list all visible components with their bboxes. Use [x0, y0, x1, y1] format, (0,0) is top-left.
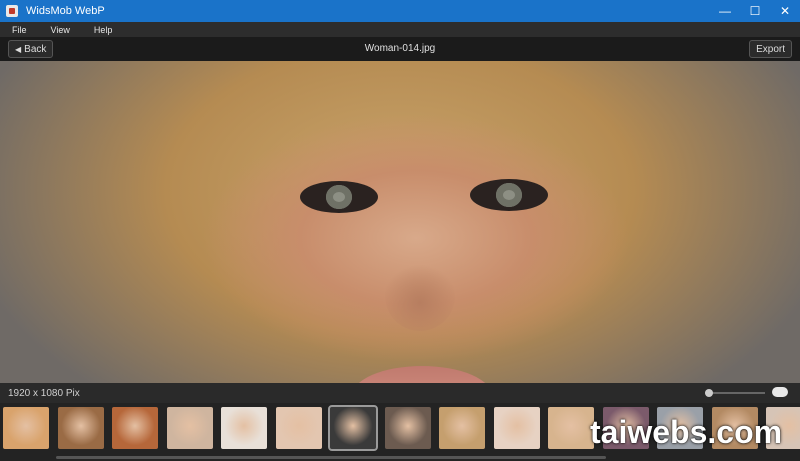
- maximize-button[interactable]: ☐: [740, 0, 770, 22]
- thumbnail[interactable]: [3, 407, 49, 449]
- menu-help[interactable]: Help: [82, 25, 125, 35]
- thumbnail[interactable]: [57, 407, 104, 449]
- app-icon: [6, 5, 18, 17]
- filmstrip-scrollbar[interactable]: [56, 456, 606, 459]
- menu-file[interactable]: File: [0, 25, 39, 35]
- view-toggle[interactable]: [772, 387, 788, 397]
- zoom-slider[interactable]: [705, 389, 765, 397]
- photo-eye-left: [300, 181, 378, 213]
- toolbar: ◀ Back Woman-014.jpg Export: [0, 37, 800, 61]
- title-bar: WidsMob WebP — ☐ ✕: [0, 0, 800, 22]
- image-viewer[interactable]: [0, 61, 800, 383]
- thumbnail[interactable]: [439, 407, 485, 449]
- thumbnail[interactable]: [328, 405, 378, 451]
- photo-eye-right: [470, 179, 548, 211]
- photo-lips: [352, 366, 492, 383]
- close-button[interactable]: ✕: [770, 0, 800, 22]
- minimize-button[interactable]: —: [710, 0, 740, 22]
- thumbnail[interactable]: [493, 407, 540, 449]
- menu-bar: File View Help: [0, 22, 800, 37]
- menu-view[interactable]: View: [39, 25, 82, 35]
- file-name: Woman-014.jpg: [364, 43, 436, 54]
- window-title: WidsMob WebP: [26, 5, 105, 17]
- thumbnail[interactable]: [275, 407, 322, 449]
- export-button[interactable]: Export: [749, 40, 792, 58]
- watermark: taiwebs.com: [590, 414, 783, 450]
- thumbnail[interactable]: [166, 407, 213, 449]
- thumbnail[interactable]: [112, 407, 158, 449]
- photo-nose: [385, 261, 455, 331]
- image-dimensions: 1920 x 1080 Pix: [8, 387, 80, 399]
- status-bar: 1920 x 1080 Pix: [0, 383, 800, 403]
- zoom-slider-knob[interactable]: [705, 389, 713, 397]
- thumbnail[interactable]: [384, 407, 431, 449]
- thumbnail[interactable]: [221, 407, 267, 449]
- thumbnail[interactable]: [548, 407, 594, 449]
- window-controls: — ☐ ✕: [710, 0, 800, 22]
